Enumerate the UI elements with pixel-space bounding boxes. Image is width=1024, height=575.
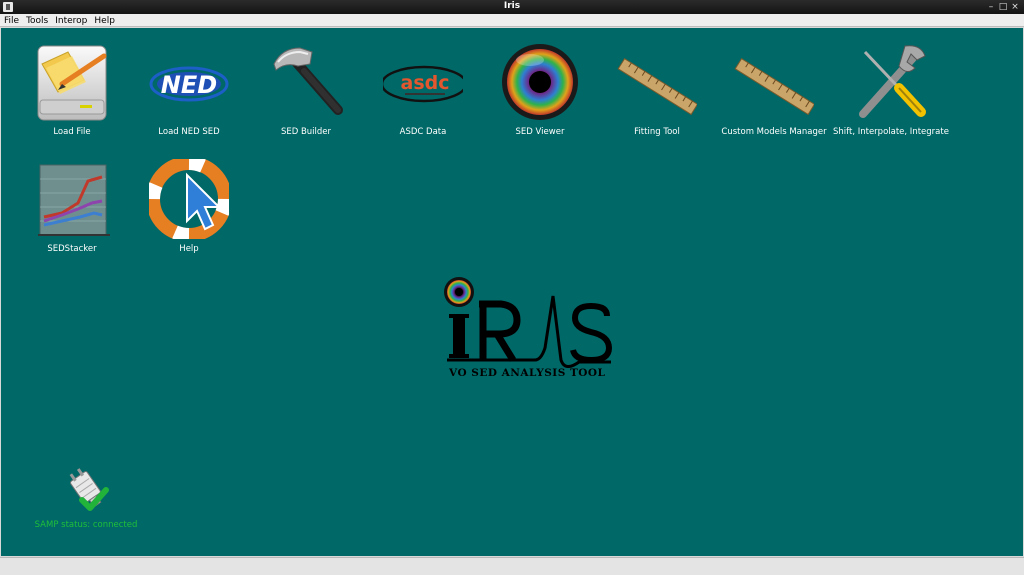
menu-tools[interactable]: Tools — [22, 14, 51, 27]
launcher-label: Load File — [53, 127, 91, 137]
launcher-shift-interpolate-integrate[interactable]: Shift, Interpolate, Integrate — [833, 42, 949, 137]
launcher-help[interactable]: Help — [133, 156, 245, 254]
status-bar — [0, 557, 1024, 575]
ruler-icon — [617, 42, 699, 122]
ned-icon: NED — [149, 42, 229, 122]
samp-status-label: SAMP status: connected — [34, 520, 138, 530]
launcher-label: Custom Models Manager — [721, 127, 827, 137]
title-bar[interactable]: Iris – □ × — [0, 0, 1024, 14]
hammer-icon — [266, 42, 346, 122]
launcher-sed-viewer[interactable]: SED Viewer — [484, 42, 596, 137]
launcher-label: Fitting Tool — [634, 127, 680, 137]
maximize-button[interactable]: □ — [997, 0, 1009, 14]
launcher-label: SEDStacker — [47, 244, 97, 254]
close-button[interactable]: × — [1009, 0, 1021, 14]
plug-connected-icon — [69, 468, 109, 511]
asdc-logo-text: asdc — [401, 72, 450, 94]
launcher-label: SED Viewer — [515, 127, 565, 137]
launcher-fitting-tool[interactable]: Fitting Tool — [601, 42, 713, 137]
lifebuoy-icon — [146, 156, 232, 242]
desktop: Load File NED Load NED SED SED Builder a… — [1, 28, 1023, 556]
launcher-load-file[interactable]: Load File — [16, 42, 128, 137]
launcher-label: Help — [179, 244, 199, 254]
ruler-icon — [734, 42, 816, 122]
logo-tagline: VO SED ANALYSIS TOOL — [449, 367, 606, 379]
launcher-label: Load NED SED — [158, 127, 220, 137]
launcher-label: Shift, Interpolate, Integrate — [833, 127, 949, 137]
launcher-label: ASDC Data — [399, 127, 447, 137]
asdc-icon: asdc — [380, 42, 468, 122]
menu-bar: File Tools Interop Help — [0, 14, 1024, 27]
iris-logo: VO SED ANALYSIS TOOL — [439, 268, 619, 384]
eye-icon — [500, 42, 580, 122]
ned-logo-text: NED — [161, 71, 217, 99]
launcher-label: SED Builder — [280, 127, 332, 137]
tools-icon — [849, 42, 929, 122]
launcher-asdc-data[interactable]: asdc ASDC Data — [367, 42, 479, 137]
launcher-sed-builder[interactable]: SED Builder — [250, 42, 362, 137]
launcher-sedstacker[interactable]: SEDStacker — [16, 159, 128, 254]
iris-window: Iris – □ × File Tools Interop Help Load … — [0, 0, 1024, 575]
launcher-custom-models-manager[interactable]: Custom Models Manager — [718, 42, 830, 137]
iris-logo-graphic — [444, 277, 613, 368]
launcher-load-ned-sed[interactable]: NED Load NED SED — [133, 42, 245, 137]
window-title: Iris — [503, 1, 521, 11]
chart-icon — [32, 159, 112, 239]
minimize-button[interactable]: – — [985, 0, 997, 14]
menu-help[interactable]: Help — [90, 14, 118, 27]
samp-status[interactable]: SAMP status: connected — [31, 466, 141, 530]
load-file-icon — [32, 42, 112, 122]
menu-file[interactable]: File — [0, 14, 22, 27]
menu-interop[interactable]: Interop — [51, 14, 90, 27]
